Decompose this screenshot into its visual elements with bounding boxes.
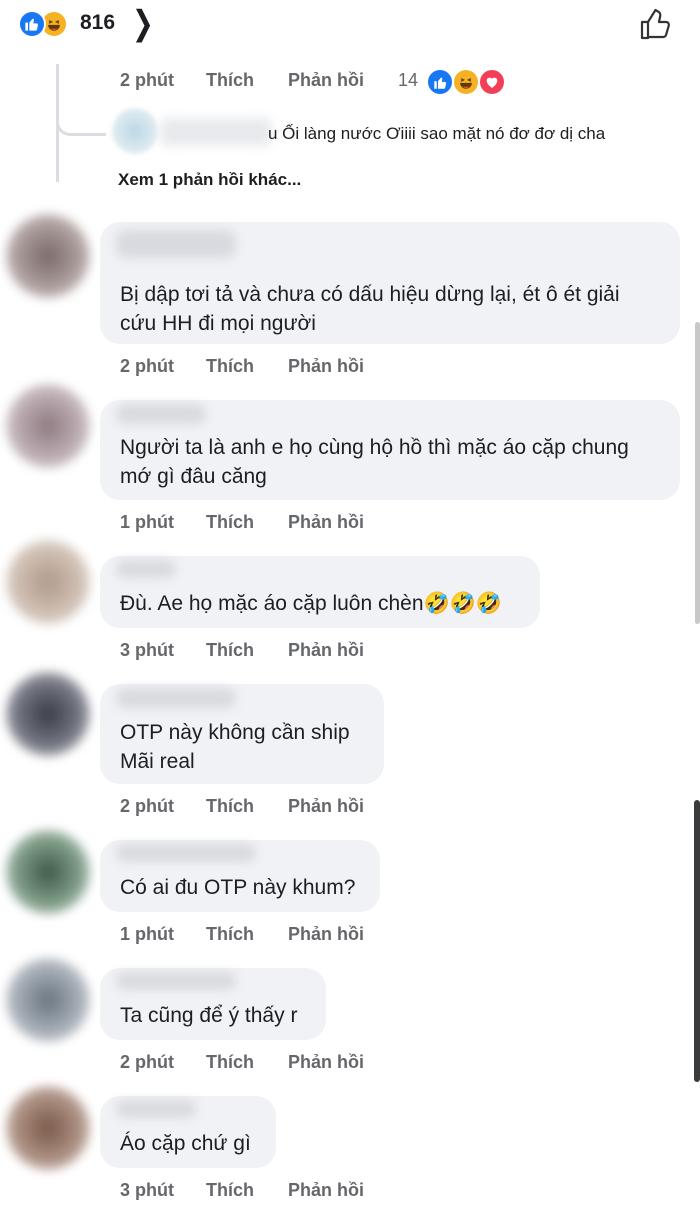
reactions-header: 816 ❯ [0, 0, 700, 52]
comment-actions: 3 phút Thích Phản hồi [120, 1180, 398, 1201]
comment-time: 1 phút [120, 512, 174, 532]
comment-text-line: cứu HH đi mọi người [120, 312, 316, 335]
comment-text-line: Ta cũng để ý thấy r [120, 1004, 298, 1027]
comment-text-line: Áo cặp chứ gì [120, 1132, 251, 1155]
commenter-name[interactable] [116, 688, 236, 708]
comment-text-line: Bị dập tơi tả và chưa có dấu hiệu dừng l… [120, 283, 620, 306]
like-action[interactable]: Thích [206, 924, 288, 945]
comment-text-line: Mãi real [120, 750, 195, 773]
comment-text-line: Người ta là anh e họ cùng hộ hồ thì mặc … [120, 436, 629, 459]
reply-action[interactable]: Phản hồi [288, 640, 398, 661]
avatar[interactable] [6, 214, 90, 298]
commenter-name[interactable] [160, 118, 272, 146]
comment-bubble: Người ta là anh e họ cùng hộ hồ thì mặc … [100, 400, 680, 500]
avatar[interactable] [6, 1086, 90, 1170]
comment-actions: 3 phút Thích Phản hồi [120, 640, 398, 661]
scrollbar-thumb[interactable] [694, 800, 700, 1082]
like-action[interactable]: Thích [206, 1052, 288, 1073]
like-icon [18, 10, 46, 38]
comment-actions: 2 phút Thích Phản hồi [120, 1052, 398, 1073]
comment-reaction-count: 14 [398, 70, 419, 90]
reply-action[interactable]: Phản hồi [288, 1180, 398, 1201]
avatar[interactable] [6, 384, 90, 468]
like-action[interactable]: Thích [206, 796, 288, 817]
commenter-name[interactable] [116, 560, 176, 578]
comment-actions: 1 phút Thích Phản hồi [120, 512, 398, 533]
comment-time: 2 phút [120, 356, 174, 376]
comment-time: 2 phút [120, 796, 174, 816]
commenter-name[interactable] [116, 230, 236, 258]
commenter-name[interactable] [116, 972, 236, 990]
comment-actions: 2 phút Thích Phản hồi [120, 796, 398, 817]
comment-text-line: mớ gì đâu căng [120, 465, 267, 488]
avatar[interactable] [6, 958, 90, 1042]
comment-bubble: Bị dập tơi tả và chưa có dấu hiệu dừng l… [100, 222, 680, 344]
nested-reply-text: u Ối làng nước Ơiiii sao mặt nó đơ đơ dị… [268, 124, 606, 143]
like-action[interactable]: Thích [206, 512, 288, 533]
comment-text-line: OTP này không cần ship [120, 721, 350, 744]
reply-action[interactable]: Phản hồi [288, 70, 398, 91]
comment-text-line: Có ai đu OTP này khum? [120, 876, 356, 899]
comment-reactions[interactable] [426, 68, 516, 96]
commenter-name[interactable] [116, 404, 206, 424]
comment-time: 2 phút [120, 70, 174, 90]
avatar[interactable] [6, 672, 90, 756]
reply-action[interactable]: Phản hồi [288, 356, 398, 377]
avatar[interactable] [6, 540, 90, 624]
commenter-name[interactable] [116, 1100, 196, 1118]
thread-branch [56, 100, 106, 136]
comment-time: 3 phút [120, 1180, 174, 1200]
view-more-replies-link[interactable]: Xem 1 phản hồi khác... [118, 170, 301, 190]
comment-bubble: OTP này không cần ship Mãi real [100, 684, 384, 784]
like-icon [426, 68, 454, 96]
comment-bubble: Có ai đu OTP này khum? [100, 840, 380, 912]
comment-actions: 1 phút Thích Phản hồi [120, 924, 398, 945]
comment-time: 1 phút [120, 924, 174, 944]
scrollbar[interactable] [695, 322, 700, 624]
chevron-right-icon[interactable]: ❯ [132, 3, 154, 43]
reply-action[interactable]: Phản hồi [288, 796, 398, 817]
comment-bubble: Áo cặp chứ gì [100, 1096, 276, 1168]
reply-action[interactable]: Phản hồi [288, 1052, 398, 1073]
love-icon [478, 68, 506, 96]
commenter-name[interactable] [116, 844, 256, 862]
comment-bubble: Ta cũng để ý thấy r [100, 968, 326, 1040]
reply-action[interactable]: Phản hồi [288, 924, 398, 945]
comment-time: 3 phút [120, 640, 174, 660]
avatar[interactable] [6, 830, 90, 914]
reaction-count[interactable]: 816 [80, 11, 115, 35]
avatar[interactable] [112, 108, 158, 154]
comment-bubble: Đù. Ae họ mặc áo cặp luôn chèn🤣🤣🤣 [100, 556, 540, 628]
comment-actions: 2 phút Thích Phản hồi [120, 356, 398, 377]
thumbs-up-outline-icon[interactable] [638, 6, 674, 42]
like-action[interactable]: Thích [206, 70, 288, 91]
like-action[interactable]: Thích [206, 356, 288, 377]
comment-text-line: Đù. Ae họ mặc áo cặp luôn chèn🤣🤣🤣 [120, 592, 502, 615]
haha-icon [452, 68, 480, 96]
reply-action[interactable]: Phản hồi [288, 512, 398, 533]
comment-time: 2 phút [120, 1052, 174, 1072]
comment-actions: 2 phút Thích Phản hồi 14 [120, 70, 418, 91]
like-action[interactable]: Thích [206, 1180, 288, 1201]
like-action[interactable]: Thích [206, 640, 288, 661]
